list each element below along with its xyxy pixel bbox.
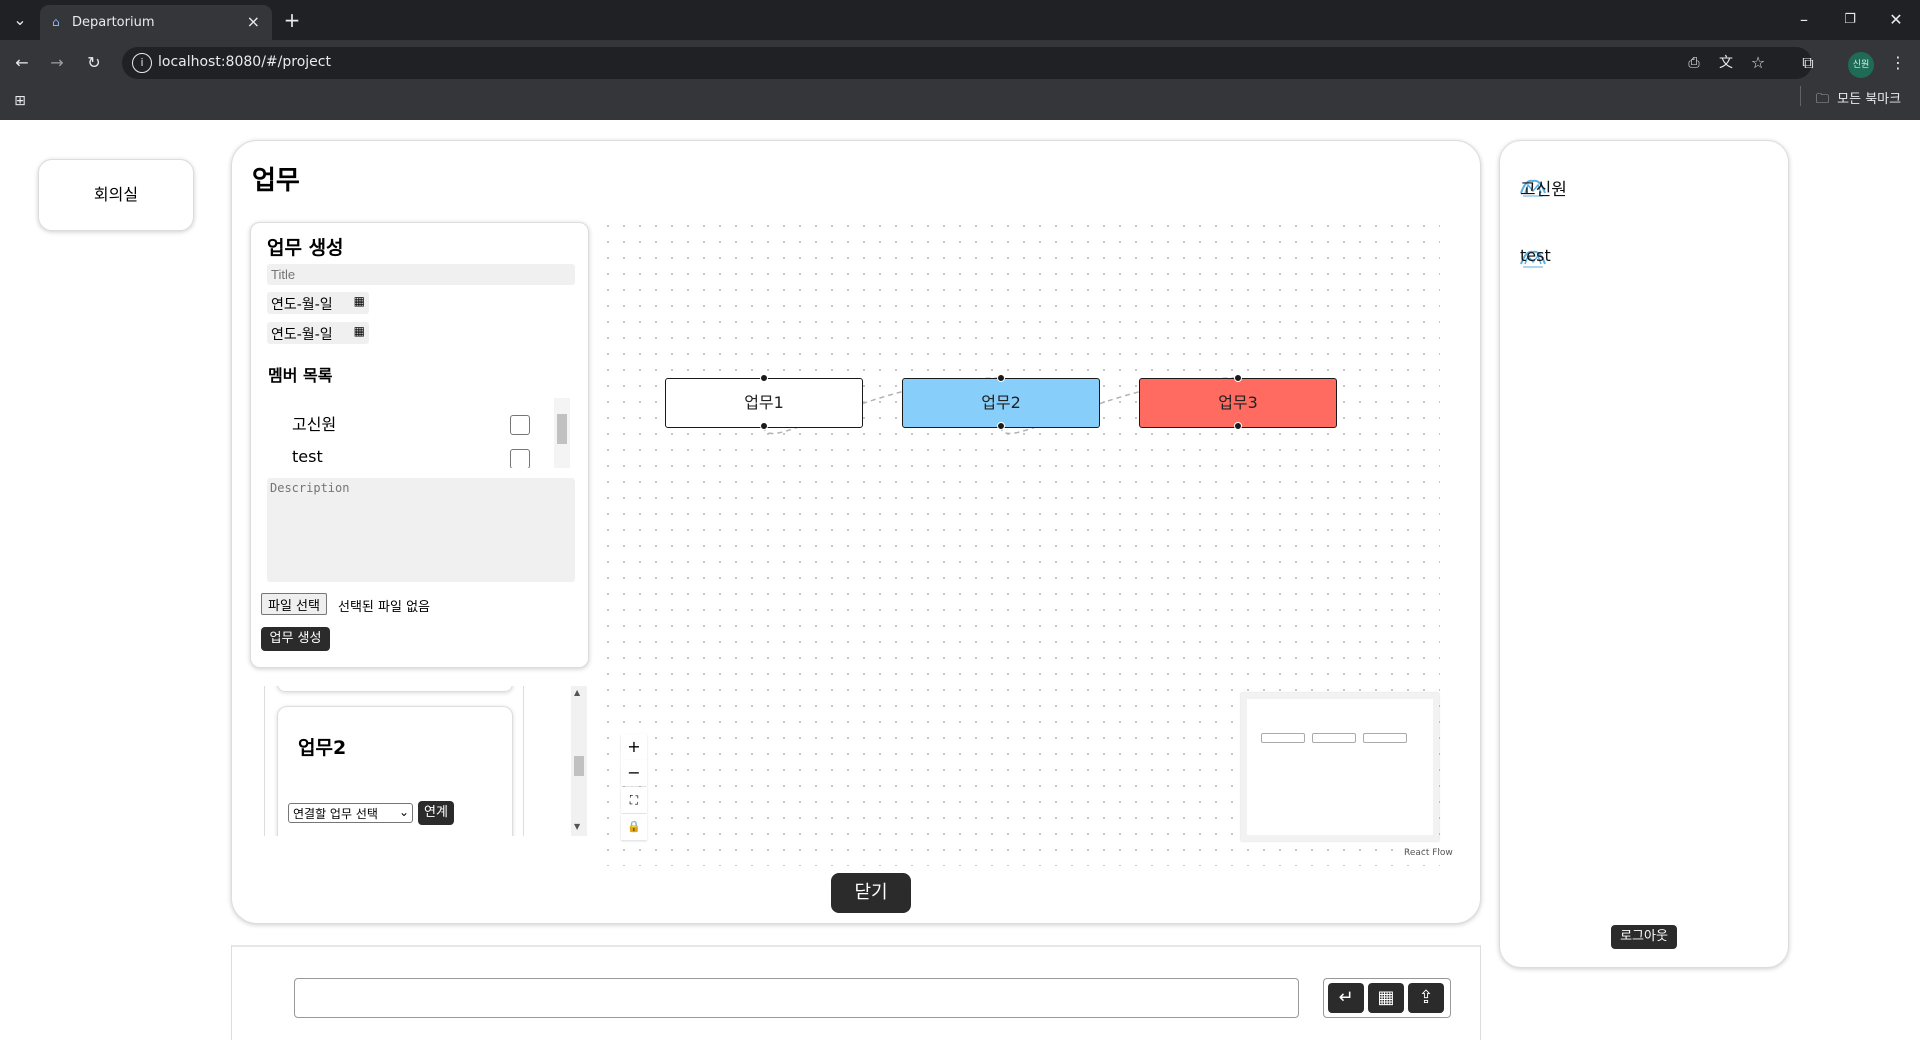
file-status: 선택된 파일 없음 <box>338 600 430 615</box>
restore-icon[interactable]: ❐ <box>1838 8 1862 32</box>
close-tab-icon[interactable]: × <box>247 12 260 31</box>
calendar-icon[interactable]: ▦ <box>1368 983 1404 1013</box>
node-handle-bottom[interactable] <box>1234 422 1242 430</box>
all-bookmarks-label: 모든 북마크 <box>1837 92 1902 107</box>
profile-avatar[interactable]: 신원 <box>1848 52 1874 78</box>
logout-button[interactable]: 로그아웃 <box>1611 925 1677 949</box>
task-list: 업무2 연결할 업무 선택 ⌄ 연계 <box>264 686 524 836</box>
chevron-down-icon: ⌄ <box>398 805 409 819</box>
bookmark-star-icon[interactable]: ☆ <box>1746 51 1770 75</box>
meeting-room-button[interactable]: 회의실 <box>38 159 194 231</box>
flow-node-label: 업무1 <box>744 393 784 412</box>
flow-minimap[interactable] <box>1241 693 1439 841</box>
window-close-icon[interactable]: ✕ <box>1884 8 1908 32</box>
scrollbar-thumb[interactable] <box>557 414 567 444</box>
folder-icon: 🗀 <box>1816 92 1830 107</box>
install-app-icon[interactable]: ⎙ <box>1682 51 1706 75</box>
description-textarea[interactable] <box>267 478 575 582</box>
browser-tab[interactable]: ⌂ Departorium × <box>40 5 272 40</box>
minimap-viewport <box>1247 699 1433 835</box>
calendar-icon: ▦ <box>353 324 365 338</box>
member-name[interactable]: test <box>1520 246 1551 265</box>
bookmarks-bar: ⊞ 🗀 모든 북마크 <box>0 86 1920 120</box>
tab-favicon-icon: ⌂ <box>52 15 60 29</box>
node-handle-top[interactable] <box>1234 374 1242 382</box>
scrollbar-thumb[interactable] <box>574 756 584 776</box>
new-tab-icon[interactable]: + <box>280 8 304 32</box>
lock-icon[interactable]: 🔒 <box>621 814 647 840</box>
link-task-select-value: 연결할 업무 선택 <box>293 807 378 821</box>
close-button[interactable]: 닫기 <box>831 873 911 913</box>
end-date-value: 연도-월-일 <box>271 327 333 343</box>
react-flow-attribution[interactable]: React Flow <box>1404 848 1453 858</box>
browser-menu-icon[interactable]: ⋮ <box>1886 51 1910 75</box>
member-name: test <box>292 447 323 466</box>
address-bar[interactable]: i localhost:8080/#/project ⎙ 文 ☆ <box>122 47 1812 79</box>
meeting-room-label: 회의실 <box>93 185 139 204</box>
link-task-select[interactable]: 연결할 업무 선택 ⌄ <box>288 803 413 823</box>
task-list-scrollbar[interactable]: ▲ ▼ <box>571 686 587 836</box>
upload-icon[interactable]: ⇪ <box>1408 983 1444 1013</box>
start-date-value: 연도-월-일 <box>271 297 333 313</box>
file-choose-button[interactable]: 파일 선택 <box>261 593 327 615</box>
address-url: localhost:8080/#/project <box>158 54 331 70</box>
node-handle-bottom[interactable] <box>760 422 768 430</box>
extensions-icon[interactable]: ⧉ <box>1796 51 1820 75</box>
flow-node[interactable]: 업무1 <box>665 378 863 428</box>
flow-node-label: 업무2 <box>981 393 1021 412</box>
task-card-title: 업무2 <box>298 737 347 759</box>
member-list-scrollbar[interactable] <box>554 398 570 468</box>
tab-search-icon[interactable]: ⌄ <box>8 8 32 32</box>
flow-node-label: 업무3 <box>1218 393 1258 412</box>
members-heading: 멤버 목록 <box>268 366 333 385</box>
member-name: 고신원 <box>292 415 337 434</box>
fit-view-icon[interactable]: ⛶ <box>621 787 647 813</box>
member-checkbox[interactable] <box>510 415 530 435</box>
link-task-button[interactable]: 연계 <box>418 801 454 825</box>
chat-input[interactable] <box>294 978 1299 1018</box>
scroll-up-icon[interactable]: ▲ <box>574 688 580 697</box>
minimap-node <box>1363 733 1407 743</box>
reload-icon[interactable]: ↻ <box>82 51 106 75</box>
back-icon[interactable]: ← <box>10 51 34 75</box>
browser-chrome: ⌄ ⌂ Departorium × + – ❐ ✕ ← → ↻ i localh… <box>0 0 1920 120</box>
zoom-in-icon[interactable]: + <box>621 734 647 760</box>
forward-icon[interactable]: → <box>45 51 69 75</box>
translate-icon[interactable]: 文 <box>1714 51 1738 75</box>
calendar-icon: ▦ <box>353 294 365 308</box>
minimap-node <box>1261 733 1305 743</box>
flow-node[interactable]: 업무3 <box>1139 378 1337 428</box>
task-card: 업무2 연결할 업무 선택 ⌄ 연계 <box>277 706 513 836</box>
create-task-heading: 업무 생성 <box>267 237 344 259</box>
end-date-input[interactable]: 연도-월-일 ▦ <box>267 322 369 344</box>
flow-node[interactable]: 업무2 <box>902 378 1100 428</box>
tab-strip: ⌄ ⌂ Departorium × + – ❐ ✕ <box>0 0 1920 40</box>
member-name[interactable]: 고신원 <box>1520 175 1567 200</box>
minimap-node <box>1312 733 1356 743</box>
node-handle-bottom[interactable] <box>997 422 1005 430</box>
start-date-input[interactable]: 연도-월-일 ▦ <box>267 292 369 314</box>
create-task-button[interactable]: 업무 생성 <box>261 627 330 651</box>
site-info-icon[interactable]: i <box>132 53 152 73</box>
send-icon[interactable]: ↵ <box>1328 983 1364 1013</box>
node-handle-top[interactable] <box>997 374 1005 382</box>
scroll-down-icon[interactable]: ▼ <box>574 822 580 831</box>
node-handle-top[interactable] <box>760 374 768 382</box>
member-checkbox[interactable] <box>510 449 530 468</box>
bookmarks-divider <box>1800 86 1801 106</box>
zoom-out-icon[interactable]: − <box>621 760 647 786</box>
all-bookmarks-folder[interactable]: 🗀 모든 북마크 <box>1816 88 1901 112</box>
task-card <box>277 686 513 692</box>
title-input[interactable] <box>267 264 575 285</box>
apps-grid-icon[interactable]: ⊞ <box>8 89 32 113</box>
work-title: 업무 <box>252 166 300 196</box>
tab-title: Departorium <box>72 15 155 30</box>
member-list: 고신원 test <box>267 398 571 468</box>
minimize-icon[interactable]: – <box>1792 8 1816 32</box>
